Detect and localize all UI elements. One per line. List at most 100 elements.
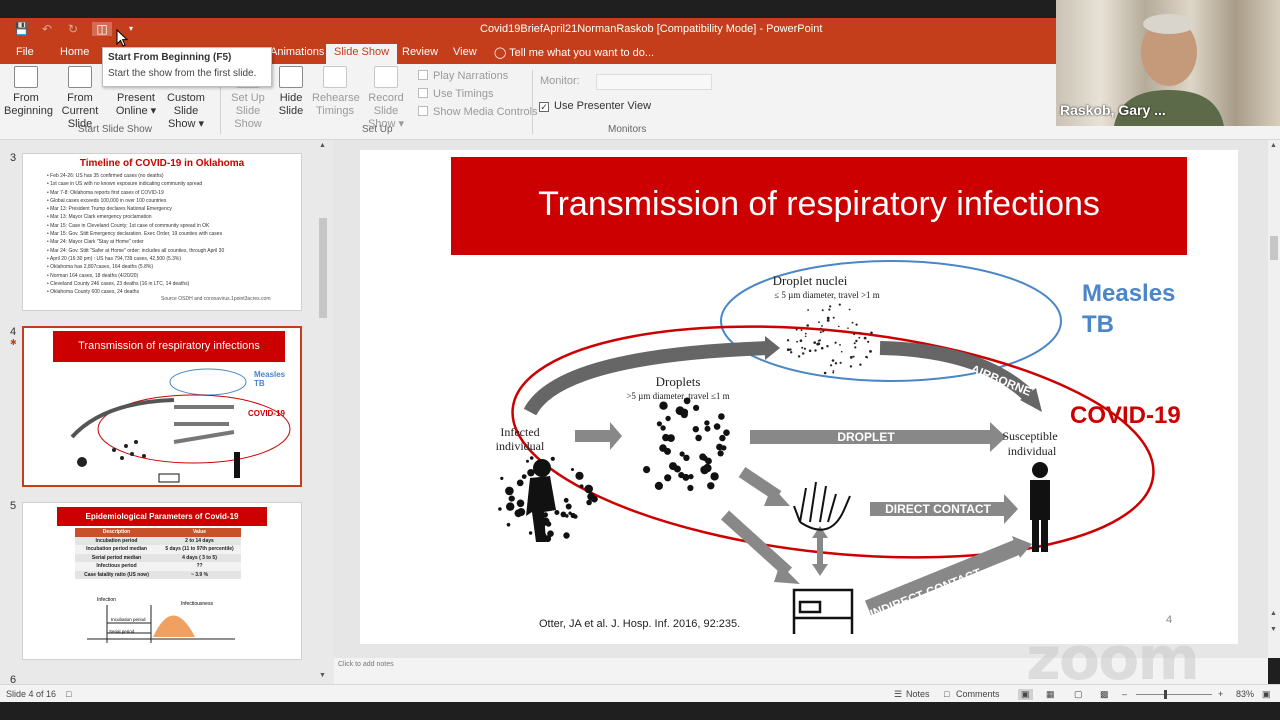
comments-icon[interactable]: □: [944, 689, 949, 699]
notes-toggle[interactable]: Notes: [906, 689, 930, 699]
scroll-down-icon[interactable]: ▼: [319, 672, 326, 679]
present-online-label-1: Present: [117, 92, 155, 104]
tab-slide-show[interactable]: Slide Show: [326, 44, 398, 64]
thumb5-table-cell: Value: [192, 529, 207, 535]
scrollbar-thumb[interactable]: [319, 218, 327, 318]
rehearse-timings-button[interactable]: Rehearse Timings: [312, 66, 360, 118]
tab-file[interactable]: File: [16, 46, 34, 58]
droplet-nucleus-dot: [830, 364, 833, 367]
start-from-beginning-icon[interactable]: ◫: [92, 22, 112, 36]
scroll-up-icon[interactable]: ▲: [1270, 142, 1277, 149]
thumbnail-scrollbar[interactable]: ▲ ▼: [316, 140, 330, 684]
next-slide-icon[interactable]: ▼: [1270, 626, 1277, 633]
rehearse-label-2: Timings: [315, 105, 355, 117]
redo-icon[interactable]: ↻: [66, 22, 80, 36]
current-slide[interactable]: Transmission of respiratory infections D…: [360, 150, 1238, 644]
custom-show-label-1: Custom Slide: [167, 92, 205, 117]
droplet-dot: [717, 450, 724, 457]
droplet-nucleus-dot: [855, 323, 858, 326]
infected-spray-dot: [560, 511, 567, 518]
setup-label-1: Set Up: [231, 92, 265, 104]
thumb5-curve: [87, 605, 235, 643]
droplet-dot: [704, 425, 711, 432]
droplet-dot: [695, 434, 702, 442]
susceptible-label-2: individual: [1008, 444, 1057, 458]
droplet-nucleus-dot: [821, 309, 824, 312]
from-current-label-1: From: [67, 92, 93, 104]
from-current-button[interactable]: From Current Slide: [50, 66, 110, 131]
from-beginning-button[interactable]: From Beginning: [4, 66, 53, 118]
infected-spray-dot: [508, 495, 515, 502]
undo-icon[interactable]: ↶: [40, 22, 54, 36]
zoom-slider[interactable]: [1136, 694, 1212, 695]
tab-home[interactable]: Home: [60, 46, 89, 58]
monitor-select[interactable]: [596, 74, 712, 90]
prev-slide-icon[interactable]: ▲: [1270, 610, 1277, 617]
thumb3-bullet: • Norman 164 cases, 18 deaths (4/20/20): [47, 272, 139, 279]
tab-animations[interactable]: Animations: [270, 46, 324, 58]
show-media-controls-checkbox[interactable]: Show Media Controls: [418, 106, 538, 118]
tell-me-search[interactable]: ◯ Tell me what you want to do...: [494, 46, 654, 59]
droplet-nucleus-dot: [839, 344, 841, 346]
scrollbar-thumb[interactable]: [1270, 236, 1278, 260]
thumb4-covid-label: COVID-19: [248, 409, 285, 418]
slide-thumbnail-4[interactable]: Transmission of respiratory infections M…: [22, 326, 302, 487]
thumb5-incubation: Incubation period: [111, 617, 146, 622]
spell-check-icon[interactable]: □: [66, 689, 71, 699]
editor-scrollbar[interactable]: ▲ ▲ ▼: [1268, 140, 1280, 658]
thumb5-infectiousness: Infectiousness: [181, 601, 213, 607]
droplet-nucleus-dot: [855, 339, 858, 343]
notes-icon[interactable]: ☰: [894, 689, 902, 700]
droplet-dot: [692, 426, 699, 433]
infected-label-1: Infected: [500, 425, 539, 439]
infected-spray-dot: [584, 484, 593, 494]
droplet-nucleus-dot: [847, 327, 849, 329]
droplet-nucleus-dot: [832, 371, 835, 374]
slide-thumbnail-5[interactable]: Epidemiological Parameters of Covid-19 D…: [22, 502, 302, 660]
infected-spray-dot: [514, 509, 523, 518]
show-media-label: Show Media Controls: [433, 106, 538, 118]
thumb5-table-cell: Incubation period median: [86, 546, 147, 552]
zoom-level[interactable]: 83%: [1236, 689, 1254, 699]
record-slide-show-button[interactable]: Record Slide Show ▾: [356, 66, 416, 131]
comments-toggle[interactable]: Comments: [956, 689, 1000, 699]
droplet-nucleus-dot: [803, 347, 806, 350]
record-label-1: Record Slide: [368, 92, 404, 117]
from-beginning-label-1: From: [13, 92, 39, 104]
tab-review[interactable]: Review: [402, 46, 438, 58]
thumb3-bullet: • Oklahoma has 2,807cases, 164 deaths (5…: [47, 264, 153, 271]
slide-editor: Transmission of respiratory infections D…: [334, 140, 1268, 658]
thumb3-bullet: • Mar 13: Mayor Clark emergency proclama…: [47, 214, 152, 221]
infected-spray-dot: [528, 531, 533, 535]
scroll-up-icon[interactable]: ▲: [319, 142, 326, 149]
use-timings-checkbox[interactable]: Use Timings: [418, 88, 494, 100]
droplet-nucleus-dot: [866, 356, 869, 359]
droplet-dot: [664, 474, 672, 482]
play-narrations-checkbox[interactable]: Play Narrations: [418, 70, 508, 82]
slide-thumbnail-panel: 3 Timeline of COVID-19 in Oklahoma • Feb…: [0, 140, 334, 686]
thumb4-title: Transmission of respiratory infections: [53, 331, 285, 362]
fit-slide-icon[interactable]: ▣: [1262, 689, 1271, 700]
droplet-dot: [693, 404, 700, 411]
zoom-in-icon[interactable]: +: [1218, 689, 1223, 699]
slide-thumbnail-3[interactable]: Timeline of COVID-19 in Oklahoma • Feb 2…: [22, 153, 302, 311]
thumb5-table-cell: Infectious period: [96, 563, 137, 569]
infected-spray-dot: [505, 486, 514, 496]
droplet-nucleus-dot: [853, 342, 856, 345]
tab-view[interactable]: View: [453, 46, 477, 58]
presenter-view-checkbox[interactable]: ✓ Use Presenter View: [539, 100, 651, 112]
droplet-nucleus-dot: [829, 305, 832, 308]
droplet-dot: [718, 413, 725, 420]
custom-show-label-2: Show ▾: [167, 118, 205, 130]
slideshow-current-icon: [68, 66, 92, 88]
droplets-label: Droplets: [656, 374, 701, 389]
thumb5-table-row: Description Value: [75, 528, 241, 537]
droplet-dot: [713, 423, 721, 430]
droplet-dot: [673, 465, 681, 473]
tooltip-description: Start the show from the first slide.: [108, 68, 257, 79]
droplet-dot: [688, 474, 694, 480]
hide-slide-button[interactable]: Hide Slide: [276, 66, 306, 118]
infected-spray-dot: [516, 479, 524, 487]
save-icon[interactable]: 💾: [14, 22, 29, 36]
webcam-video: Raskob, Gary ...: [1056, 0, 1280, 126]
